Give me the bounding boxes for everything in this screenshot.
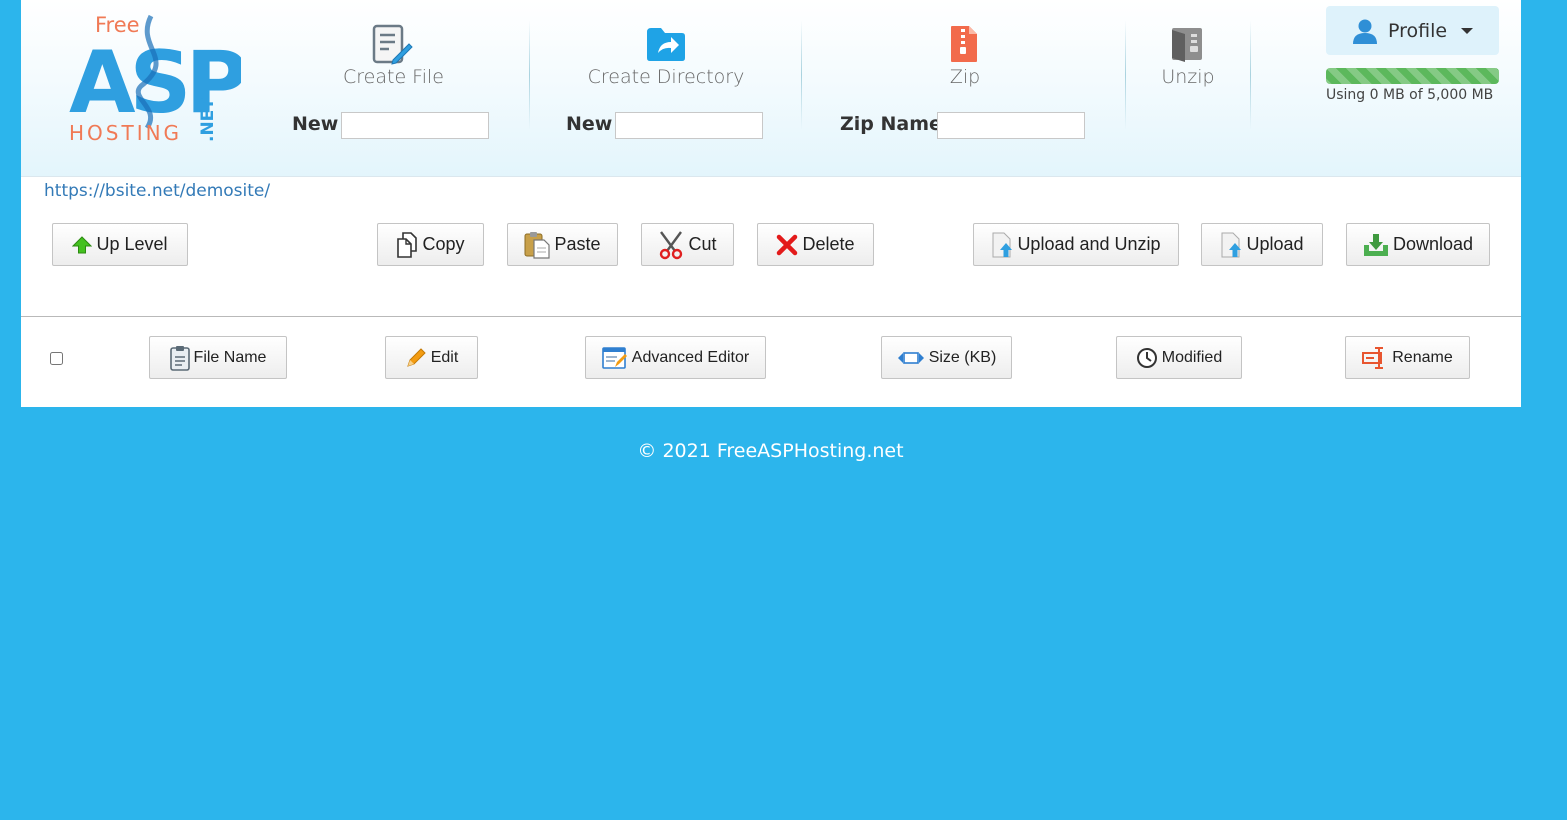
- storage-usage-bar: [1326, 68, 1499, 84]
- upload-button[interactable]: Upload: [1201, 223, 1323, 266]
- edit-column-label: Edit: [430, 348, 459, 366]
- storage-usage-fill: [1326, 68, 1499, 84]
- download-label: Download: [1392, 234, 1474, 254]
- editor-icon: [601, 346, 627, 369]
- modified-column-button[interactable]: Modified: [1116, 336, 1242, 379]
- modified-column-label: Modified: [1161, 348, 1223, 366]
- copy-icon: [397, 231, 418, 258]
- brand-logo: Free ASP HOSTING .NET: [69, 13, 241, 145]
- chevron-down-icon: [1461, 27, 1474, 34]
- divider: [801, 20, 802, 130]
- delete-x-icon: [777, 234, 798, 255]
- header: Free ASP HOSTING .NET Create File New Cr…: [21, 0, 1521, 177]
- advanced-editor-column-button[interactable]: Advanced Editor: [585, 336, 766, 379]
- unzip-icon[interactable]: [1169, 26, 1205, 62]
- arrow-up-icon: [72, 235, 93, 253]
- footer-copyright: © 2021 FreeASPHosting.net: [637, 440, 904, 462]
- create-file-title[interactable]: Create File: [343, 66, 444, 88]
- paste-icon: [524, 231, 551, 259]
- user-icon: [1352, 19, 1377, 44]
- zip-icon[interactable]: [949, 25, 979, 63]
- new-file-label: New: [292, 113, 339, 135]
- create-file-icon[interactable]: [371, 24, 413, 66]
- copy-label: Copy: [422, 234, 465, 254]
- storage-usage-text: Using 0 MB of 5,000 MB: [1326, 87, 1494, 103]
- rename-icon: [1362, 346, 1384, 369]
- profile-button[interactable]: Profile: [1326, 6, 1499, 55]
- clipboard-icon: [169, 345, 190, 371]
- cut-label: Cut: [688, 234, 717, 254]
- upload-and-unzip-label: Upload and Unzip: [1017, 234, 1161, 254]
- divider: [529, 20, 530, 130]
- create-directory-title[interactable]: Create Directory: [586, 66, 746, 88]
- file-name-column-button[interactable]: File Name: [149, 336, 287, 379]
- new-directory-input[interactable]: [615, 112, 763, 139]
- zip-title[interactable]: Zip: [930, 66, 1000, 88]
- upload-icon: [1221, 232, 1242, 257]
- divider: [21, 316, 1521, 317]
- up-level-button[interactable]: Up Level: [52, 223, 188, 266]
- size-column-button[interactable]: Size (KB): [881, 336, 1012, 379]
- file-manager-panel: Free ASP HOSTING .NET Create File New Cr…: [21, 0, 1521, 407]
- paste-button[interactable]: Paste: [507, 223, 618, 266]
- pencil-icon: [406, 347, 426, 367]
- cut-button[interactable]: Cut: [641, 223, 734, 266]
- delete-button[interactable]: Delete: [757, 223, 874, 266]
- zip-name-input[interactable]: [937, 112, 1085, 139]
- divider: [1250, 20, 1251, 130]
- download-button[interactable]: Download: [1346, 223, 1490, 266]
- file-name-column-label: File Name: [193, 348, 267, 366]
- rename-column-button[interactable]: Rename: [1345, 336, 1470, 379]
- upload-label: Upload: [1246, 234, 1304, 254]
- clock-icon: [1136, 347, 1157, 368]
- up-level-label: Up Level: [96, 234, 168, 254]
- download-icon: [1363, 233, 1388, 256]
- advanced-editor-column-label: Advanced Editor: [631, 348, 750, 366]
- edit-column-button[interactable]: Edit: [385, 336, 478, 379]
- logo-net: .NET: [198, 98, 218, 142]
- create-directory-icon[interactable]: [645, 26, 687, 62]
- rename-column-label: Rename: [1392, 348, 1453, 366]
- new-directory-label: New: [566, 113, 613, 135]
- divider: [1125, 20, 1126, 130]
- new-file-input[interactable]: [341, 112, 489, 139]
- upload-icon: [992, 232, 1013, 257]
- zip-name-label: Zip Name: [840, 113, 942, 135]
- upload-and-unzip-button[interactable]: Upload and Unzip: [973, 223, 1179, 266]
- copy-button[interactable]: Copy: [377, 223, 484, 266]
- paste-label: Paste: [554, 234, 601, 254]
- resize-icon: [897, 351, 924, 364]
- delete-label: Delete: [802, 234, 855, 254]
- select-all-checkbox[interactable]: [50, 352, 63, 365]
- size-column-label: Size (KB): [928, 348, 997, 366]
- logo-hosting: HOSTING: [69, 121, 182, 145]
- profile-label: Profile: [1387, 19, 1448, 42]
- unzip-title[interactable]: Unzip: [1153, 66, 1223, 88]
- current-path-link[interactable]: https://bsite.net/demosite/: [44, 181, 270, 201]
- scissors-icon: [660, 230, 683, 259]
